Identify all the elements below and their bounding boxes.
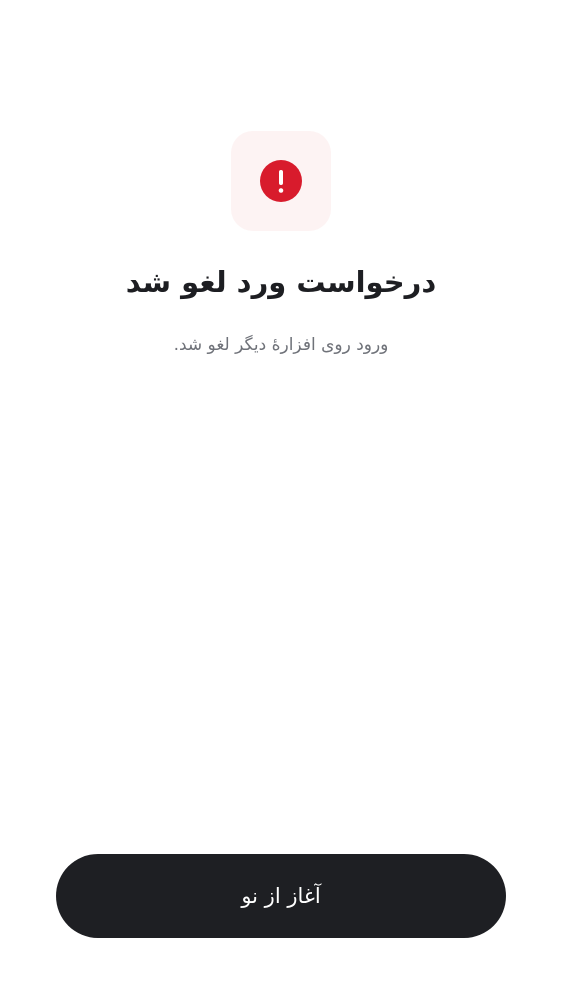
restart-button[interactable]: آغاز از نو [56, 854, 506, 938]
restart-button-label: آغاز از نو [241, 884, 321, 908]
status-icon-tile [231, 131, 331, 231]
page-subtitle: ورود روی افزارهٔ دیگر لغو شد. [173, 335, 389, 355]
page-title: درخواست ورد لغو شد [125, 265, 437, 299]
login-cancelled-screen: درخواست ورد لغو شد ورود روی افزارهٔ دیگر… [0, 0, 562, 1000]
exclamation-circle-icon [260, 160, 302, 202]
